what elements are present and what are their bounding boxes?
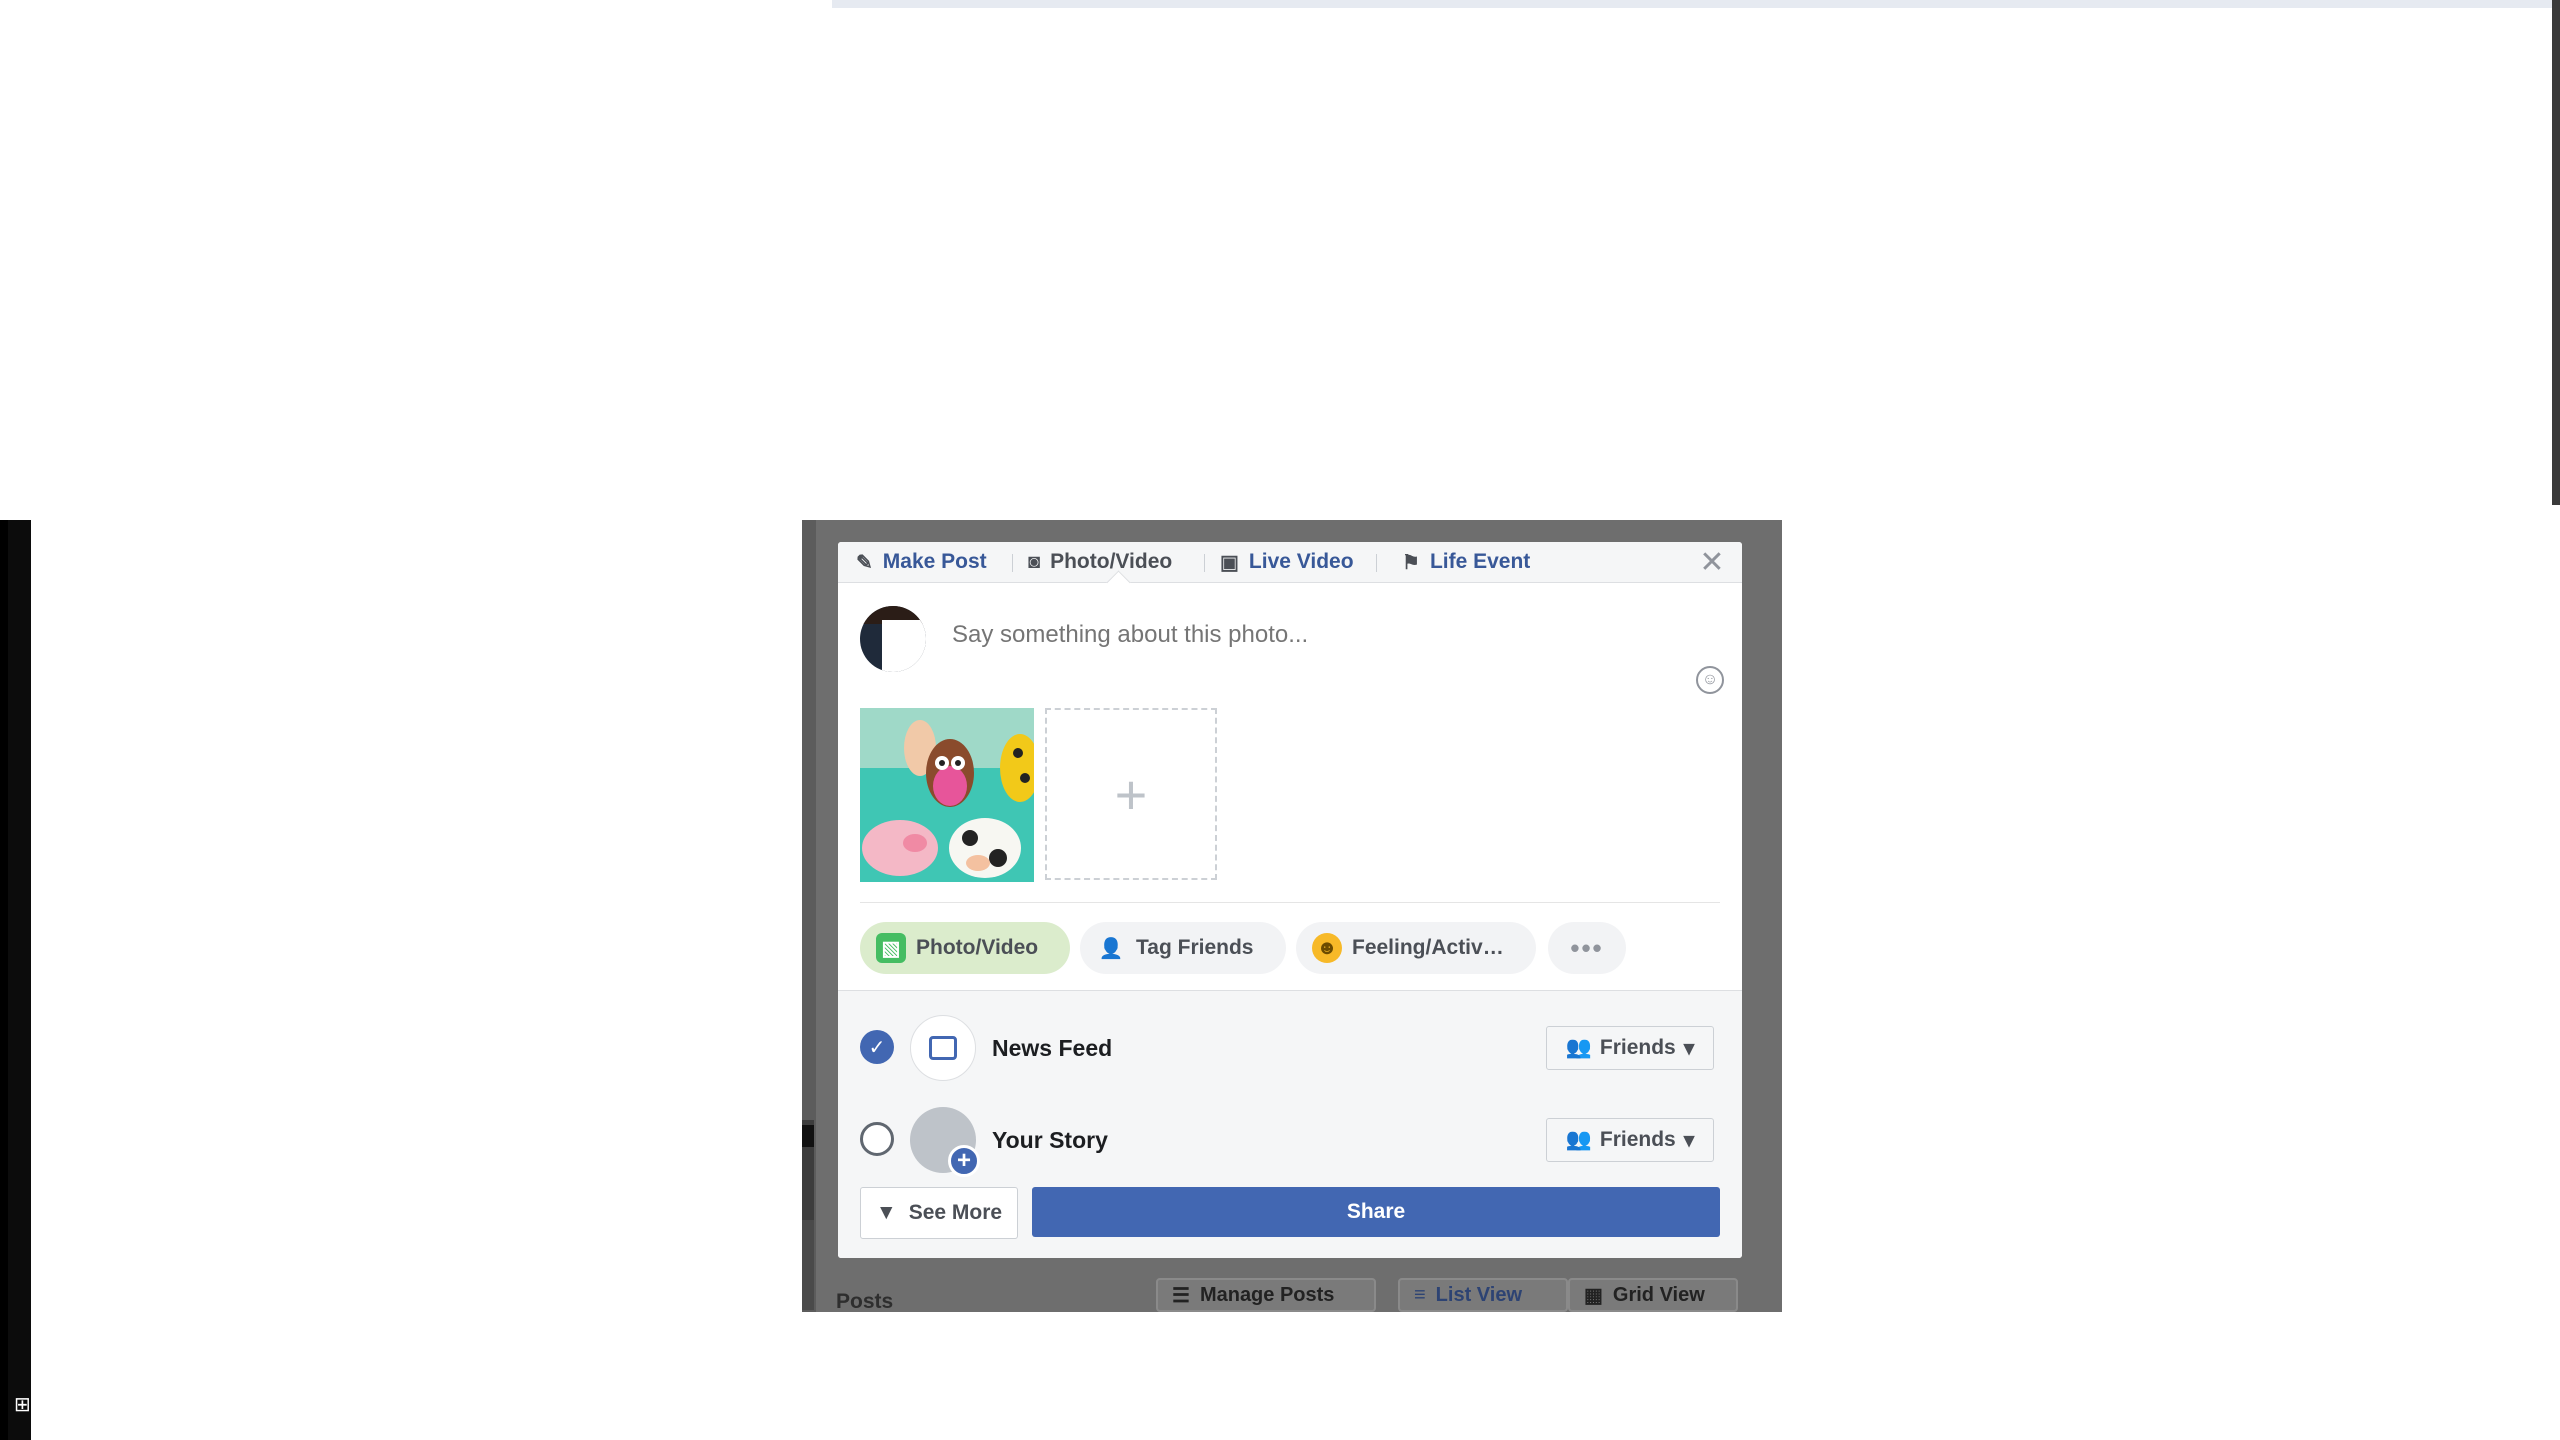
add-photo-tile[interactable]: + — [1045, 708, 1217, 880]
grid-view-label: Grid View — [1612, 1283, 1705, 1306]
more-icon: ••• — [1570, 932, 1604, 963]
settings-sliders-icon: ☰ — [1172, 1284, 1190, 1307]
your-story-label: Your Story — [992, 1127, 1108, 1153]
grid-icon: ▦ — [1584, 1284, 1603, 1307]
tag-friends-icon: 👤 — [1098, 937, 1124, 960]
friends-icon: 👥 — [1565, 1128, 1592, 1151]
avatar — [860, 606, 926, 672]
checked-icon[interactable]: ✓ — [860, 1030, 894, 1064]
share-button[interactable]: Share — [1032, 1187, 1720, 1237]
list-view-button: ≡ List View — [1398, 1278, 1568, 1312]
scrollbar[interactable] — [2552, 0, 2560, 505]
photo-video-chip[interactable]: ▧ Photo/Video — [860, 922, 1070, 974]
top-strip — [832, 0, 2552, 8]
divider — [860, 902, 1720, 903]
news-feed-row[interactable]: ✓ News Feed 👥 Friends ▾ — [838, 1013, 1742, 1083]
camera-icon: ◙ — [1028, 550, 1041, 573]
close-icon[interactable]: ✕ — [1692, 542, 1732, 582]
your-story-row[interactable]: + Your Story 👥 Friends ▾ — [838, 1105, 1742, 1177]
taskbar — [0, 520, 31, 1440]
audience-section: ✓ News Feed 👥 Friends ▾ + Your Story 👥 F… — [838, 990, 1742, 1258]
caret-down-icon: ▾ — [1683, 1128, 1695, 1152]
post-composer: ✎ Make Post ◙ Photo/Video ▣ Live Video ⚑… — [838, 542, 1742, 1258]
more-options-chip[interactable]: ••• — [1548, 922, 1626, 974]
caret-down-icon: ▼ — [875, 1201, 897, 1224]
your-story-privacy-select[interactable]: 👥 Friends ▾ — [1546, 1118, 1714, 1162]
list-view-label: List View — [1435, 1283, 1522, 1306]
attached-photo-thumbnail[interactable] — [860, 708, 1034, 882]
manage-posts-label: Manage Posts — [1199, 1283, 1335, 1306]
add-story-icon: + — [948, 1145, 980, 1177]
friends-icon: 👥 — [1565, 1036, 1592, 1059]
pencil-icon: ✎ — [856, 551, 873, 574]
emoji-icon[interactable]: ☺ — [1696, 666, 1724, 694]
caret-down-icon: ▾ — [1683, 1036, 1695, 1060]
manage-posts-button: ☰ Manage Posts — [1156, 1278, 1376, 1312]
composer-input[interactable] — [950, 614, 1674, 656]
tab-photo-video[interactable]: ◙ Photo/Video — [1028, 542, 1172, 582]
photo-icon: ▧ — [876, 933, 906, 963]
tag-friends-chip[interactable]: 👤 Tag Friends — [1080, 922, 1286, 974]
tab-make-post[interactable]: ✎ Make Post — [856, 542, 987, 582]
video-camera-icon: ▣ — [1220, 551, 1239, 574]
news-feed-icon — [910, 1015, 976, 1081]
unchecked-icon[interactable] — [860, 1122, 894, 1156]
news-feed-privacy-select[interactable]: 👥 Friends ▾ — [1546, 1026, 1714, 1070]
tab-life-event[interactable]: ⚑ Life Event — [1402, 542, 1530, 582]
news-feed-label: News Feed — [992, 1035, 1113, 1061]
composer-tabs: ✎ Make Post ◙ Photo/Video ▣ Live Video ⚑… — [838, 542, 1742, 595]
feeling-activity-chip[interactable]: ☻ Feeling/Activ… — [1296, 922, 1536, 974]
smiley-icon: ☻ — [1312, 933, 1342, 963]
windows-start-icon[interactable]: ⊞ — [14, 1392, 31, 1417]
tab-live-video[interactable]: ▣ Live Video — [1220, 542, 1354, 582]
flag-icon: ⚑ — [1402, 551, 1420, 574]
posts-heading: Posts — [836, 1290, 894, 1313]
list-icon: ≡ — [1414, 1283, 1426, 1306]
grid-view-button: ▦ Grid View — [1568, 1278, 1738, 1312]
plus-icon: + — [1114, 762, 1148, 826]
see-more-button[interactable]: ▼ See More — [860, 1187, 1018, 1239]
